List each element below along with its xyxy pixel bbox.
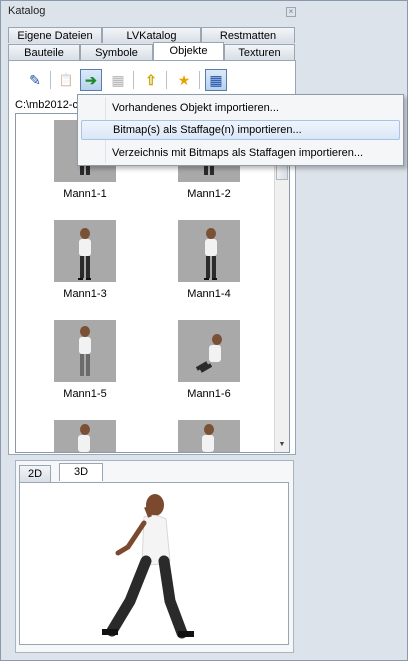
thumbnail-image: [54, 420, 116, 452]
toolbar-separator: [133, 71, 134, 89]
properties-icon[interactable]: ▦: [107, 69, 129, 91]
thumbnail-image: [178, 320, 240, 382]
list-item[interactable]: Mann1-5: [45, 320, 125, 400]
pen-icon[interactable]: ✎: [24, 69, 46, 91]
folder-up-icon[interactable]: ⇧: [140, 69, 162, 91]
view-icon[interactable]: ▦: [205, 69, 227, 91]
menu-item-import-folder-staffagen[interactable]: Verzeichnis mit Bitmaps als Staffagen im…: [81, 143, 400, 163]
preview-3d-view: [19, 482, 289, 645]
item-label: Mann1-3: [63, 288, 107, 300]
thumbnail-image: [54, 220, 116, 282]
toolbar-separator: [50, 71, 51, 89]
path-label: C:\mb2012-c: [15, 99, 78, 111]
item-label: Mann1-1: [63, 188, 107, 200]
tab-symbole[interactable]: Symbole: [80, 44, 153, 60]
tab-texturen[interactable]: Texturen: [224, 44, 295, 60]
item-label: Mann1-6: [187, 388, 231, 400]
import-icon[interactable]: ➔: [80, 69, 102, 91]
tab-objekte[interactable]: Objekte: [153, 42, 224, 60]
menu-item-import-bitmap-staffage[interactable]: Bitmap(s) als Staffage(n) importieren...: [81, 120, 400, 140]
tab-bauteile[interactable]: Bauteile: [8, 44, 80, 60]
item-label: Mann1-2: [187, 188, 231, 200]
window-title: Katalog: [8, 5, 46, 17]
item-label: Mann1-5: [63, 388, 107, 400]
paste-icon[interactable]: 📋: [55, 69, 77, 91]
thumbnail-image: [178, 220, 240, 282]
list-item[interactable]: Mann1-3: [45, 220, 125, 300]
tab-restmatten[interactable]: Restmatten: [201, 27, 295, 43]
scroll-down-icon[interactable]: ▼: [275, 441, 289, 448]
list-item[interactable]: Mann1-4: [169, 220, 249, 300]
list-item[interactable]: [169, 420, 249, 452]
list-item[interactable]: Mann1-6: [169, 320, 249, 400]
tab-3d[interactable]: 3D: [59, 463, 103, 481]
toolbar-separator: [199, 71, 200, 89]
close-icon[interactable]: ×: [286, 7, 296, 17]
tab-2d[interactable]: 2D: [19, 465, 51, 483]
list-item[interactable]: [45, 420, 125, 452]
item-label: Mann1-4: [187, 288, 231, 300]
toolbar: ✎ 📋 ➔ ▦ ⇧ ★ ▦: [8, 64, 296, 94]
person-preview-image: [102, 494, 194, 639]
thumbnail-image: [54, 320, 116, 382]
tab-eigene-dateien[interactable]: Eigene Dateien: [8, 27, 102, 43]
favorite-icon[interactable]: ★: [173, 69, 195, 91]
title-bar: Katalog ×: [1, 1, 307, 21]
menu-item-import-object[interactable]: Vorhandenes Objekt importieren...: [81, 98, 400, 118]
thumbnail-image: [178, 420, 240, 452]
tab-lvkatalog[interactable]: LVKatalog: [102, 27, 201, 43]
toolbar-separator: [166, 71, 167, 89]
import-context-menu: Vorhandenes Objekt importieren... Bitmap…: [77, 94, 404, 166]
